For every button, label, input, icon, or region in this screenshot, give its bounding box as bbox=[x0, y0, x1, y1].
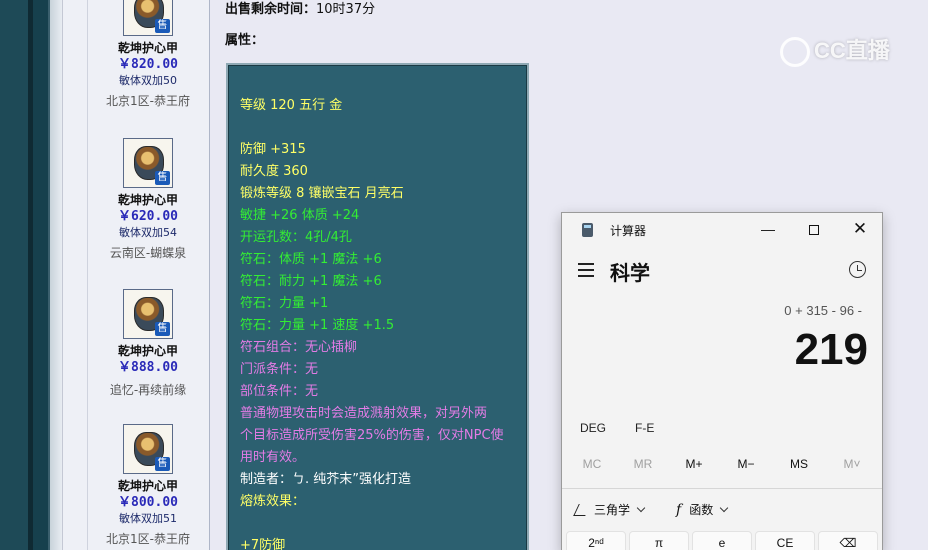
keypad-row: 2ⁿᵈ π e CE ⌫ bbox=[566, 531, 882, 550]
attribute-line: 符石：力量 +1 bbox=[240, 296, 329, 311]
item-thumbnail[interactable]: 售 bbox=[123, 289, 173, 339]
list-item[interactable]: 售 乾坤护心甲 ￥888.00 追忆-再续前缘 bbox=[86, 289, 210, 398]
attribute-line: 锻炼等级 8 镶嵌宝石 月亮石 bbox=[240, 186, 404, 201]
item-price: ￥820.00 bbox=[118, 57, 178, 72]
attribute-line: 熔炼效果： bbox=[240, 494, 306, 509]
function-icon: f bbox=[676, 502, 682, 518]
sell-badge: 售 bbox=[155, 19, 170, 33]
item-server: 北京1区-恭王府 bbox=[106, 532, 190, 546]
item-price: ￥800.00 bbox=[118, 495, 178, 510]
trigonometry-dropdown[interactable]: 三角学 bbox=[573, 501, 646, 518]
chevron-down-icon bbox=[719, 503, 729, 513]
maximize-icon bbox=[809, 225, 819, 236]
divider bbox=[562, 488, 882, 489]
attribute-line: 符石组合：无心插柳 bbox=[240, 340, 358, 355]
attribute-line: 普通物理攻击时会造成溅射效果，对另外两 bbox=[240, 406, 488, 421]
calculator-mode-title: 科学 bbox=[610, 263, 650, 285]
function-row: 三角学 f 函数 bbox=[562, 501, 882, 523]
attribute-line: 门派条件：无 bbox=[240, 362, 319, 377]
menu-icon[interactable] bbox=[578, 263, 594, 277]
e-button[interactable]: e bbox=[692, 531, 752, 550]
fe-button[interactable]: F-E bbox=[635, 421, 654, 435]
item-name[interactable]: 乾坤护心甲 bbox=[86, 478, 210, 494]
sell-badge: 售 bbox=[155, 457, 170, 471]
item-tag: 敏体双加51 bbox=[119, 512, 177, 525]
sell-badge: 售 bbox=[155, 322, 170, 336]
attribute-line: 等级 120 五行 金 bbox=[240, 98, 343, 113]
history-icon[interactable] bbox=[849, 261, 866, 278]
timer-label: 出售剩余时间： bbox=[225, 2, 317, 17]
list-item[interactable]: 售 乾坤护心甲 ￥620.00 敏体双加54 云南区-蝴蝶泉 bbox=[86, 138, 210, 261]
item-tag: 敏体双加54 bbox=[119, 226, 177, 239]
attributes-panel: 等级 120 五行 金 防御 +315 耐久度 360 锻炼等级 8 镶嵌宝石 月亮… bbox=[226, 63, 529, 550]
calculator-titlebar[interactable]: 计算器 — ✕ bbox=[562, 213, 882, 247]
maximize-button[interactable] bbox=[791, 213, 837, 245]
item-tag: 敏体双加50 bbox=[119, 74, 177, 87]
second-button[interactable]: 2ⁿᵈ bbox=[566, 531, 626, 550]
attribute-line: 符石：力量 +1 速度 +1.5 bbox=[240, 318, 395, 333]
attribute-line: 符石：耐力 +1 魔法 +6 bbox=[240, 274, 382, 289]
close-button[interactable]: ✕ bbox=[837, 213, 883, 245]
watermark-logo: CC直播 bbox=[780, 33, 900, 68]
item-server: 云南区-蝴蝶泉 bbox=[109, 246, 187, 260]
attribute-line: 符石：体质 +1 魔法 +6 bbox=[240, 252, 382, 267]
attribute-line bbox=[240, 513, 515, 535]
attribute-line: 开运孔数：4孔/4孔 bbox=[240, 230, 352, 245]
function-dropdown[interactable]: f 函数 bbox=[676, 501, 729, 518]
memory-subtract-button[interactable]: M− bbox=[721, 457, 771, 471]
sale-timer: 出售剩余时间：10时37分 bbox=[225, 1, 375, 19]
watermark-text: CC直播 bbox=[814, 38, 890, 63]
chevron-down-icon bbox=[636, 503, 646, 513]
item-name[interactable]: 乾坤护心甲 bbox=[86, 192, 210, 208]
item-name[interactable]: 乾坤护心甲 bbox=[86, 343, 210, 359]
item-server: 北京1区-恭王府 bbox=[106, 94, 190, 108]
expression-display: 0 + 315 - 96 - bbox=[784, 303, 862, 318]
item-thumbnail[interactable]: 售 bbox=[123, 424, 173, 474]
attribute-line: 防御 +315 bbox=[240, 142, 306, 157]
item-thumbnail[interactable]: 售 bbox=[123, 138, 173, 188]
sell-badge: 售 bbox=[155, 171, 170, 185]
pi-button[interactable]: π bbox=[629, 531, 689, 550]
item-name[interactable]: 乾坤护心甲 bbox=[86, 40, 210, 56]
item-price: ￥620.00 bbox=[118, 209, 178, 224]
function-label: 函数 bbox=[689, 503, 714, 517]
item-thumbnail[interactable]: 售 bbox=[123, 0, 173, 36]
triangle-icon bbox=[573, 504, 591, 516]
item-price: ￥888.00 bbox=[118, 360, 178, 375]
angle-row: DEG F-E bbox=[562, 421, 882, 445]
attribute-line: 敏捷 +26 体质 +24 bbox=[240, 208, 360, 223]
memory-add-button[interactable]: M+ bbox=[669, 457, 719, 471]
attribute-line: 部位条件：无 bbox=[240, 384, 319, 399]
minimize-button[interactable]: — bbox=[745, 213, 791, 245]
cc-logo-icon bbox=[780, 37, 810, 68]
attribute-line: 个目标造成所受伤害25%的伤害，仅对NPC使 bbox=[240, 428, 504, 443]
list-item[interactable]: 售 乾坤护心甲 ￥820.00 敏体双加50 北京1区-恭王府 bbox=[86, 0, 210, 109]
memory-row: MC MR M+ M− MS M˅ bbox=[562, 457, 882, 479]
attribute-line: +7防御 bbox=[240, 538, 286, 550]
attribute-line: 耐久度 360 bbox=[240, 164, 308, 179]
calculator-window[interactable]: 计算器 — ✕ 科学 0 + 315 - 96 - 219 DEG F-E MC… bbox=[561, 212, 883, 550]
attribute-line: 用时有效。 bbox=[240, 450, 306, 465]
backspace-button[interactable]: ⌫ bbox=[818, 531, 878, 550]
window-title: 计算器 bbox=[610, 224, 647, 238]
deg-button[interactable]: DEG bbox=[580, 421, 606, 435]
memory-recall-button[interactable]: MR bbox=[618, 457, 668, 471]
attributes-heading: 属性： bbox=[225, 33, 265, 48]
list-item[interactable]: 售 乾坤护心甲 ￥800.00 敏体双加51 北京1区-恭王府 bbox=[86, 424, 210, 547]
attribute-line bbox=[240, 117, 515, 139]
trigonometry-label: 三角学 bbox=[594, 503, 631, 517]
attribute-line: 制造者：ㄅ. 纯芥末”强化打造 bbox=[240, 472, 411, 487]
memory-store-button[interactable]: MS bbox=[774, 457, 824, 471]
item-server: 追忆-再续前缘 bbox=[109, 383, 187, 397]
clear-entry-button[interactable]: CE bbox=[755, 531, 815, 550]
timer-value: 10时37分 bbox=[316, 2, 376, 17]
page-background-left bbox=[0, 0, 62, 550]
memory-clear-button[interactable]: MC bbox=[567, 457, 617, 471]
memory-list-button[interactable]: M˅ bbox=[827, 457, 877, 471]
calculator-app-icon bbox=[582, 223, 593, 237]
result-display: 219 bbox=[794, 325, 868, 374]
